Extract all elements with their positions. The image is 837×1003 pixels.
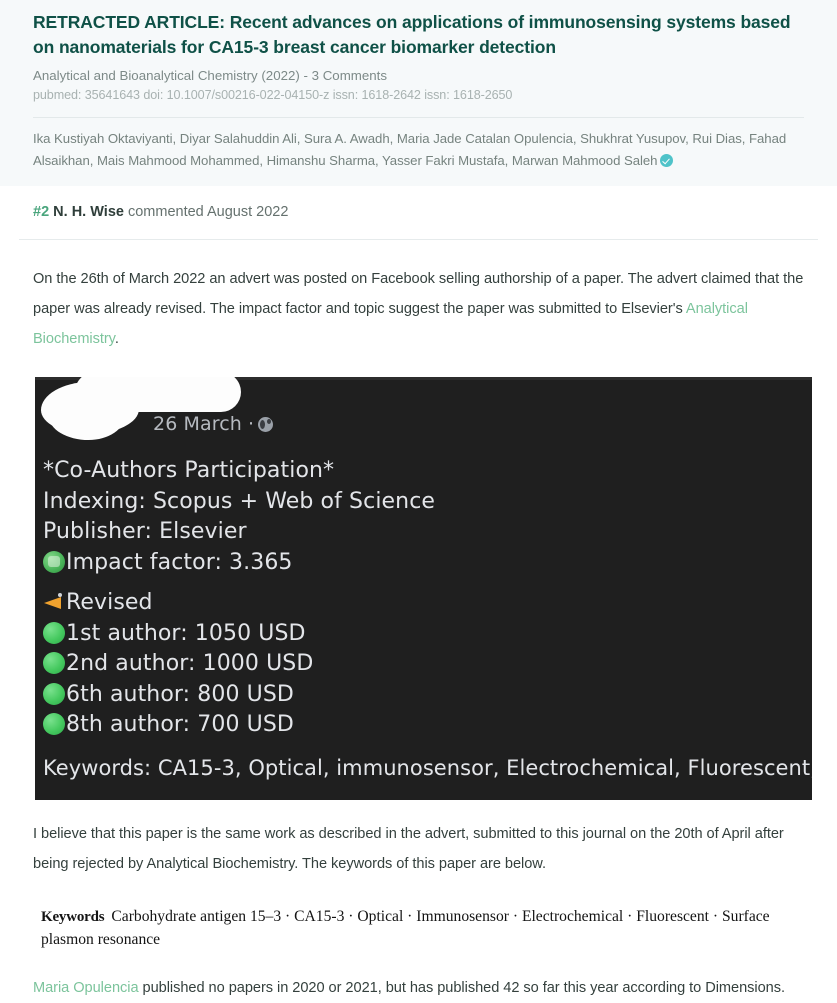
- comment-paragraph-2: I believe that this paper is the same wo…: [33, 826, 784, 872]
- author-slot-text: 6th author: 800 USD: [66, 681, 294, 707]
- author-slot-text: 1st author: 1050 USD: [66, 620, 306, 646]
- paper-header: RETRACTED ARTICLE: Recent advances on ap…: [0, 0, 837, 186]
- paragraph-1-period: .: [114, 331, 119, 347]
- post-date: 26 March ·: [153, 413, 274, 435]
- post-spacer: [43, 578, 812, 588]
- page-title: RETRACTED ARTICLE: Recent advances on ap…: [33, 12, 791, 57]
- green-circle-emoji-icon: [43, 652, 65, 674]
- maria-opulencia-link[interactable]: Maria Opulencia: [33, 980, 139, 996]
- paper-journal-line: Analytical and Bioanalytical Chemistry (…: [33, 68, 387, 83]
- post-line-author-2: 2nd author: 1000 USD: [43, 649, 812, 680]
- comment-header: #2 N. H. Wise commented August 2022: [0, 186, 837, 222]
- paper-authors: Ika Kustiyah Oktaviyanti, Diyar Salahudd…: [33, 118, 804, 186]
- comment-paragraph-1: On the 26th of March 2022 an advert was …: [33, 240, 804, 354]
- redaction-blob-avatar-2: [49, 396, 125, 440]
- post-line-keywords: Keywords: CA15-3, Optical, immunosensor,…: [43, 755, 812, 780]
- post-line-participation: *Co-Authors Participation*: [43, 458, 335, 483]
- paragraph-3-end: .: [780, 980, 785, 996]
- post-date-separator: ·: [247, 413, 255, 435]
- post-date-text: 26 March: [153, 413, 242, 435]
- green-circle-emoji-icon: [43, 713, 65, 735]
- keywords-label: Keywords: [41, 909, 105, 925]
- comment-timestamp: commented August 2022: [127, 204, 289, 220]
- post-line-revised: Revised: [43, 588, 812, 619]
- keywords-clipping-figure: Keywords Carbohydrate antigen 15–3 · CA15…: [41, 906, 821, 951]
- money-emoji-icon: [43, 550, 65, 573]
- verified-check-icon: [660, 154, 674, 167]
- comment-author-name[interactable]: N. H. Wise: [53, 204, 124, 220]
- keywords-value: Carbohydrate antigen 15–3 · CA15-3 · Opt…: [41, 908, 770, 948]
- authors-text: Ika Kustiyah Oktaviyanti, Diyar Salahudd…: [33, 131, 787, 168]
- post-body: *Co-Authors Participation* Indexing: Sco…: [35, 448, 812, 741]
- author-slot-text: 2nd author: 1000 USD: [66, 651, 314, 676]
- paragraph-3-text: published no papers in 2020 or 2021, but…: [138, 980, 706, 996]
- post-line-author-1: 1st author: 1050 USD: [43, 619, 812, 650]
- green-circle-emoji-icon: [43, 621, 65, 644]
- post-line-publisher: Publisher: Elsevier: [43, 519, 247, 544]
- post-line-impact-factor: Impact factor: 3.365: [43, 548, 812, 579]
- dimensions-link[interactable]: Dimensions: [705, 980, 781, 996]
- post-line-author-4: 8th author: 700 USD: [43, 710, 812, 741]
- green-circle-emoji-icon: [43, 682, 65, 705]
- post-line-indexing: Indexing: Scopus + Web of Science: [43, 488, 436, 514]
- paper-identifiers: pubmed: 35641643 doi: 10.1007/s00216-022…: [33, 88, 513, 102]
- impact-factor-text: Impact factor: 3.365: [66, 549, 293, 575]
- globe-public-icon: [258, 417, 274, 432]
- comment-body: On the 26th of March 2022 an advert was …: [0, 240, 837, 1003]
- author-slot-text: 8th author: 700 USD: [66, 712, 294, 737]
- facebook-advert-screenshot: 26 March · *Co-Authors Participation* Ind…: [35, 377, 812, 800]
- post-header: 26 March ·: [35, 377, 812, 448]
- post-line-author-3: 6th author: 800 USD: [43, 680, 812, 711]
- revised-text: Revised: [66, 590, 153, 615]
- comment-paragraph-3: Maria Opulencia published no papers in 2…: [33, 951, 804, 1003]
- megaphone-emoji-icon: [43, 591, 65, 613]
- comment-permalink[interactable]: #2: [33, 204, 49, 220]
